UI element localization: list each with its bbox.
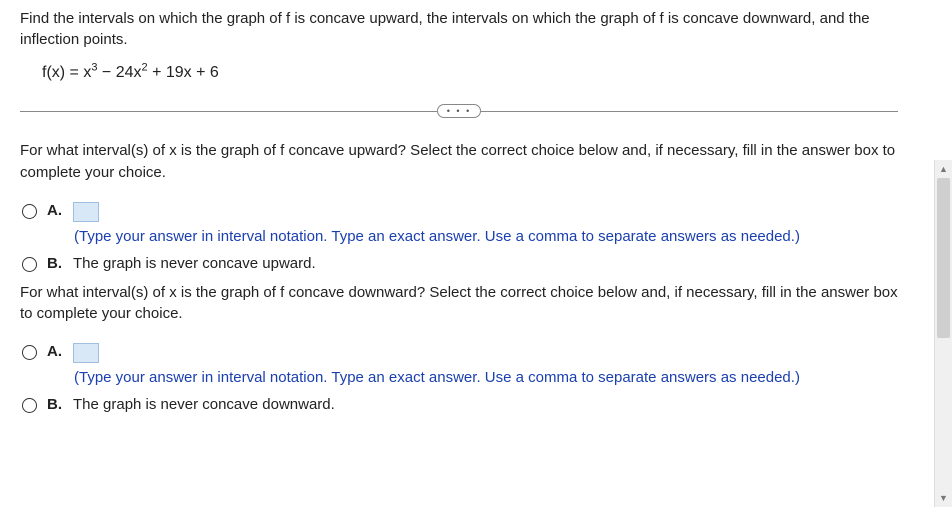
answer-input-box[interactable] <box>73 202 99 222</box>
scroll-up-icon[interactable]: ▲ <box>935 160 952 178</box>
expand-pill[interactable]: • • • <box>437 104 481 118</box>
scroll-thumb[interactable] <box>937 178 950 338</box>
option-label: A. <box>47 202 63 219</box>
divider-line-left <box>20 111 437 112</box>
problem-intro: Find the intervals on which the graph of… <box>20 8 898 50</box>
radio-icon[interactable] <box>22 204 37 219</box>
question-panel: Find the intervals on which the graph of… <box>0 0 918 507</box>
option-label: A. <box>47 343 63 360</box>
question-1-text: For what interval(s) of x is the graph o… <box>20 140 898 184</box>
radio-icon[interactable] <box>22 257 37 272</box>
divider-line-right <box>481 111 898 112</box>
option-text: The graph is never concave downward. <box>73 396 335 413</box>
q2-option-b[interactable]: B. The graph is never concave downward. <box>20 396 898 413</box>
option-text: The graph is never concave upward. <box>73 255 316 272</box>
section-divider: • • • <box>20 104 898 118</box>
vertical-scrollbar[interactable]: ▲ ▼ <box>934 160 952 507</box>
option-label: B. <box>47 396 63 413</box>
q1-option-b[interactable]: B. The graph is never concave upward. <box>20 255 898 272</box>
q1-option-a-hint: (Type your answer in interval notation. … <box>20 228 898 245</box>
answer-input-box[interactable] <box>73 343 99 363</box>
radio-icon[interactable] <box>22 345 37 360</box>
question-2-text: For what interval(s) of x is the graph o… <box>20 282 898 326</box>
q2-option-a-hint: (Type your answer in interval notation. … <box>20 369 898 386</box>
radio-icon[interactable] <box>22 398 37 413</box>
q1-option-a[interactable]: A. <box>20 202 898 222</box>
function-formula: f(x) = x3 − 24x2 + 19x + 6 <box>20 64 898 82</box>
option-label: B. <box>47 255 63 272</box>
q2-option-a[interactable]: A. <box>20 343 898 363</box>
scroll-down-icon[interactable]: ▼ <box>935 489 952 507</box>
